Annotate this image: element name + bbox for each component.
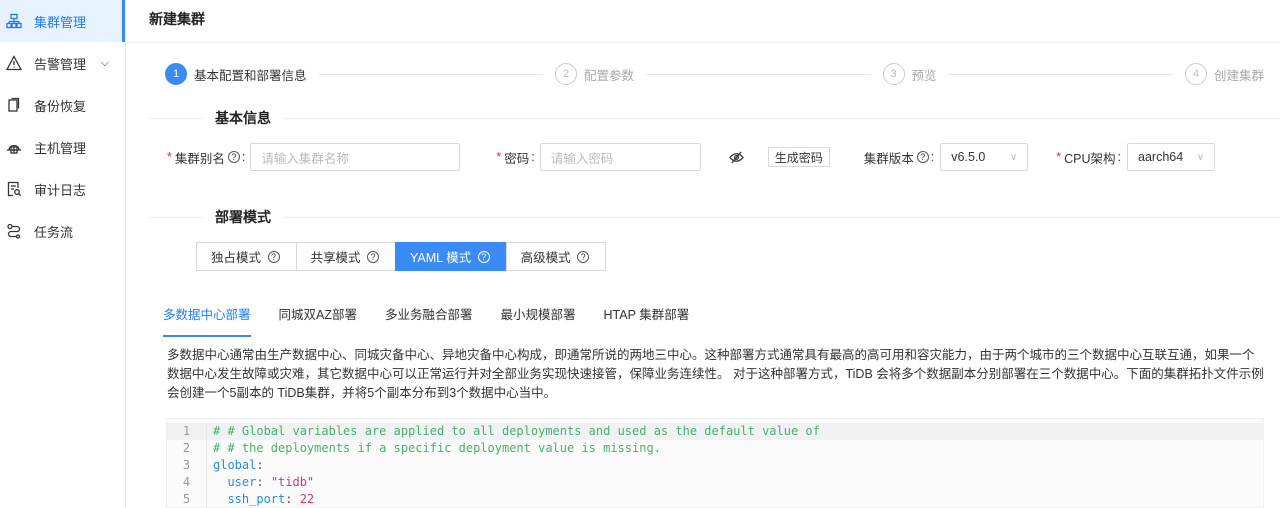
sidebar-item-label: 备份恢复 <box>34 98 87 114</box>
sidebar-item-label: 任务流 <box>34 224 74 240</box>
page-title: 新建集群 <box>127 0 1280 43</box>
code-line: 2 # # the deployments if a specific deplo… <box>167 440 1263 457</box>
step-4: 4 创建集群 <box>1185 63 1264 85</box>
version-label: 集群版本?: <box>863 150 935 166</box>
backup-icon <box>8 97 20 112</box>
cpu-arch-select[interactable]: aarch64 ∨ <box>1127 143 1216 171</box>
sidebar-item-workflow[interactable]: 任务流 <box>0 210 125 252</box>
mode-yaml[interactable]: YAML 模式 ? <box>395 242 507 271</box>
section-title: 部署模式 <box>203 207 283 227</box>
tab-multi-dc[interactable]: 多数据中心部署 <box>163 296 251 337</box>
mode-shared[interactable]: 共享模式 ? <box>295 242 396 271</box>
help-icon[interactable]: ? <box>916 151 929 163</box>
version-select[interactable]: v6.5.0 ∨ <box>940 143 1029 171</box>
password-label: * 密码: <box>496 150 535 166</box>
tab-htap[interactable]: HTAP 集群部署 <box>604 296 690 337</box>
cpu-label: * CPU架构: <box>1056 150 1122 166</box>
code-line: 4 user: "tidb" <box>167 474 1263 491</box>
code-line: 1 # # Global variables are applied to all… <box>167 423 1263 440</box>
cluster-icon <box>6 13 22 29</box>
host-icon <box>7 144 21 154</box>
mode-exclusive[interactable]: 独占模式 ? <box>196 242 297 271</box>
basic-info-section: 基本信息 <box>149 108 1280 128</box>
yaml-editor[interactable]: 1 # # Global variables are applied to all… <box>166 418 1264 508</box>
sidebar-item-cluster[interactable]: 集群管理 <box>0 0 125 42</box>
help-icon[interactable]: ? <box>267 250 280 263</box>
sidebar-item-backup[interactable]: 备份恢复 <box>0 84 125 126</box>
sidebar-item-hosts[interactable]: 主机管理 <box>0 126 125 168</box>
code-line: 3 global: <box>167 457 1263 474</box>
eye-off-icon[interactable] <box>728 150 744 165</box>
sidebar-item-label: 审计日志 <box>34 182 87 198</box>
step-1: 1 基本配置和部署信息 <box>165 63 307 85</box>
sidebar-item-label: 主机管理 <box>34 140 87 156</box>
deploy-mode-group: 独占模式 ? 共享模式 ? YAML 模式 ? 高级模式 ? <box>196 242 607 271</box>
audit-log-icon <box>7 181 22 197</box>
sidebar: 集群管理 告警管理 ⌵ 备份恢复 主机管理 审计日志 任务流 <box>0 0 126 508</box>
mode-advanced[interactable]: 高级模式 ? <box>505 242 607 271</box>
workflow-icon <box>7 223 21 239</box>
alias-label: * 集群别名?: <box>167 150 246 166</box>
deploy-mode-section: 部署模式 <box>149 207 1280 227</box>
steps: 1 基本配置和部署信息 2 配置参数 3 预览 4 创建集群 <box>165 62 1264 86</box>
step-label: 预览 <box>911 68 937 83</box>
help-icon[interactable]: ? <box>367 250 379 263</box>
deploy-description: 多数据中心通常由生产数据中心、同城灾备中心、异地灾备中心构成，即通常所说的两地三… <box>167 348 1264 400</box>
section-title: 基本信息 <box>203 108 283 128</box>
step-number: 3 <box>882 63 905 85</box>
tab-minimal[interactable]: 最小规模部署 <box>501 296 576 337</box>
select-value: v6.5.0 <box>951 150 986 164</box>
step-label: 配置参数 <box>584 68 635 83</box>
warning-icon <box>6 55 22 71</box>
sidebar-item-label: 告警管理 <box>34 56 87 72</box>
step-divider <box>646 73 871 75</box>
step-label: 基本配置和部署信息 <box>194 68 307 83</box>
main-content: 新建集群 1 基本配置和部署信息 2 配置参数 3 预览 4 创建集群 基本信息 * 集群… <box>127 0 1280 508</box>
help-icon[interactable]: ? <box>227 151 240 163</box>
help-icon[interactable]: ? <box>577 250 590 263</box>
step-divider <box>948 73 1173 75</box>
basic-info-form: * 集群别名?: 请输入集群名称 * 密码: 请输入密码 生成密码 集群版本?: v… <box>167 143 1216 171</box>
password-input[interactable]: 请输入密码 <box>539 143 701 171</box>
deploy-tabs: 多数据中心部署 同城双AZ部署 多业务融合部署 最小规模部署 HTAP 集群部署 <box>157 296 1280 337</box>
sidebar-item-audit[interactable]: 审计日志 <box>0 168 125 210</box>
tab-dual-az[interactable]: 同城双AZ部署 <box>279 296 357 337</box>
chevron-down-icon: ∨ <box>1196 151 1205 163</box>
help-icon[interactable]: ? <box>477 250 490 263</box>
tab-multi-business[interactable]: 多业务融合部署 <box>385 296 473 337</box>
step-number: 1 <box>165 63 187 85</box>
sidebar-item-label: 集群管理 <box>34 14 87 30</box>
step-label: 创建集群 <box>1214 68 1265 83</box>
sidebar-item-alerts[interactable]: 告警管理 ⌵ <box>0 42 125 84</box>
step-2: 2 配置参数 <box>555 63 634 85</box>
code-line: 5 ssh_port: 22 <box>167 491 1263 508</box>
step-divider <box>318 73 543 75</box>
step-number: 4 <box>1185 63 1207 85</box>
step-number: 2 <box>555 63 577 85</box>
chevron-down-icon[interactable]: ⌵ <box>101 57 109 70</box>
generate-password-button[interactable]: 生成密码 <box>767 147 830 167</box>
chevron-down-icon: ∨ <box>1009 151 1018 163</box>
cluster-alias-input[interactable]: 请输入集群名称 <box>250 143 461 171</box>
step-3: 3 预览 <box>882 63 937 85</box>
select-value: aarch64 <box>1138 150 1184 164</box>
